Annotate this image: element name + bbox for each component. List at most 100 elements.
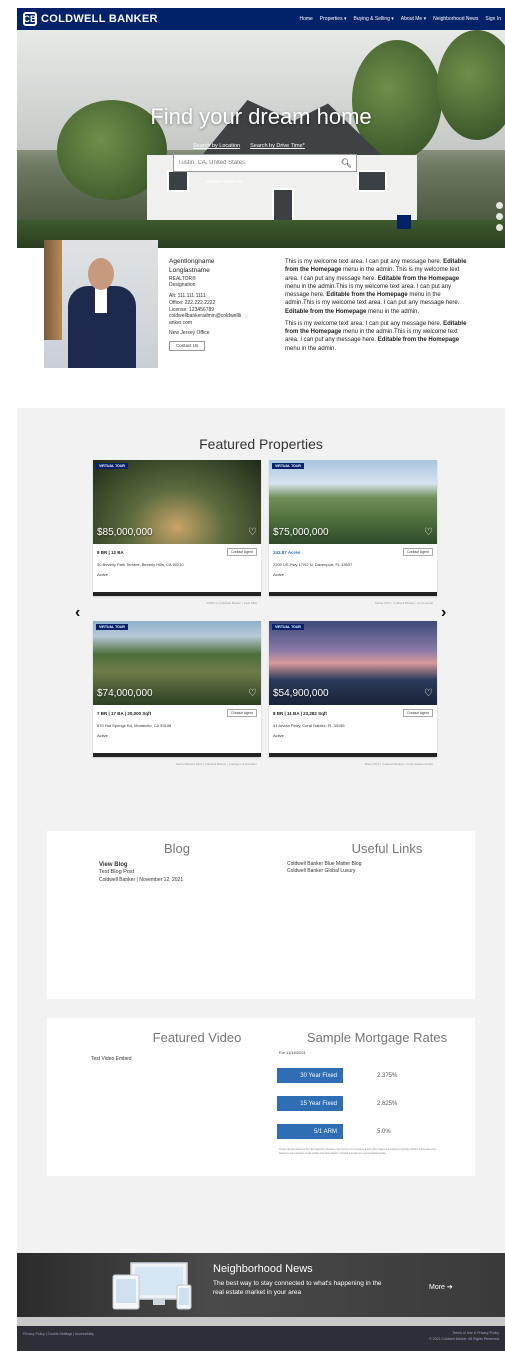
property-status: Active (273, 572, 284, 577)
useful-links-list: Coldwell Banker Blue Matter Blog Coldwel… (287, 861, 361, 875)
footer-terms-link[interactable]: Terms of Use & Privacy Policy (452, 1331, 499, 1335)
footer-left-links[interactable]: Privacy Policy | Cookie Settings | Acces… (23, 1332, 94, 1336)
property-card[interactable]: VIRTUAL TOUR $54,900,000 ♡ 8 BR | 11 BA … (269, 621, 437, 766)
agent-title: REALTOR® (169, 275, 196, 282)
page: CB COLDWELL BANKER Home Properties ▾ Buy… (17, 8, 505, 1351)
agent-email[interactable]: coldwellbankeradmin@coldwellb (169, 313, 279, 320)
house-door (272, 188, 294, 222)
agent-office-phone[interactable]: Office: 222.222.2222 (169, 300, 279, 307)
virtual-tour-badge: VIRTUAL TOUR (272, 624, 304, 630)
contact-agent-button[interactable]: Contact Agent (227, 709, 257, 717)
property-status: Active (97, 572, 108, 577)
agent-photo (44, 240, 158, 368)
rate-arm-button[interactable]: 5/1 ARM (277, 1124, 343, 1139)
tab-search-by-location[interactable]: Search by Location (193, 143, 240, 149)
carousel-dot[interactable] (496, 202, 503, 209)
agent-first-name: Agentlongname (169, 258, 215, 265)
property-address[interactable]: 30 Beverly Park Terrace, Beverly Hills, … (97, 562, 184, 567)
search-tabs: Search by Location Search by Drive Time* (193, 143, 305, 149)
carousel-dot[interactable] (496, 224, 503, 231)
nav-home[interactable]: Home (299, 16, 312, 22)
contact-agent-button[interactable]: Contact Agent (227, 548, 257, 556)
property-card[interactable]: VIRTUAL TOUR $75,000,000 ♡ 243.87 Acres … (269, 460, 437, 605)
card-bottom-bar (93, 753, 261, 757)
virtual-tour-badge: VIRTUAL TOUR (96, 463, 128, 469)
property-price: $85,000,000 (97, 527, 153, 538)
rate-value: 5.0% (377, 1128, 391, 1135)
listing-credit: Miami MLS | Coldwell Banker | Coral Gabl… (364, 762, 433, 766)
main-nav: Home Properties ▾ Buying & Selling ▾ Abo… (299, 8, 501, 30)
blog-links-panel: Blog View Blog Test Blog Post Coldwell B… (47, 831, 475, 999)
property-card[interactable]: VIRTUAL TOUR $74,000,000 ♡ 7 BR | 17 BA … (93, 621, 261, 766)
favorite-heart-icon[interactable]: ♡ (248, 688, 257, 699)
nav-properties[interactable]: Properties ▾ (320, 16, 347, 22)
rate-value: 2.375% (377, 1072, 398, 1079)
nav-about-me[interactable]: About Me ▾ (401, 16, 426, 22)
useful-link-item[interactable]: Coldwell Banker Global Luxury (287, 868, 361, 875)
blog-title: Blog (163, 841, 191, 856)
rate-value: 2.625% (377, 1100, 398, 1107)
blog-post-title[interactable]: Test Blog Post (99, 869, 183, 877)
search-input[interactable] (178, 160, 338, 166)
agent-info: Agentlongname Longlastname REALTOR® Desi… (169, 258, 279, 351)
card-bottom-bar (269, 592, 437, 596)
search-near-me-link[interactable]: SEARCH NEAR ME (206, 179, 242, 184)
agent-last-name: Longlastname (169, 266, 210, 274)
neighborhood-news-banner: Neighborhood News The best way to stay c… (17, 1253, 505, 1317)
useful-links-title: Useful Links (351, 841, 423, 856)
useful-link-item[interactable]: Coldwell Banker Blue Matter Blog (287, 861, 361, 868)
favorite-heart-icon[interactable]: ♡ (424, 527, 433, 538)
rate-row: 30 Year Fixed 2.375% (277, 1068, 397, 1083)
property-address[interactable]: 670 Hot Springs Rd, Montecito, CA 93108 (97, 723, 171, 728)
agent-email-cont[interactable]: anker.com (169, 320, 279, 327)
search-icon[interactable]: 🔍︎ (341, 158, 352, 169)
rates-disclaimer: These sample rates are for informational… (279, 1148, 436, 1155)
contact-us-button[interactable]: Contact Us (169, 340, 206, 351)
favorite-heart-icon[interactable]: ♡ (424, 688, 433, 699)
agent-alt-phone[interactable]: Alt: 111.111.1111 (169, 293, 279, 300)
rate-15-year-button[interactable]: 15 Year Fixed (277, 1096, 343, 1111)
featured-properties-title: Featured Properties (199, 436, 323, 452)
nav-neighborhood-news[interactable]: Neighborhood News (433, 16, 478, 22)
news-more-link[interactable]: More ➔ (429, 1283, 453, 1291)
agent-head (88, 258, 114, 290)
blog-content: View Blog Test Blog Post Coldwell Banker… (99, 861, 183, 884)
carousel-prev-arrow-icon[interactable]: ‹ (75, 604, 80, 622)
card-bottom-bar (269, 753, 437, 757)
contact-agent-button[interactable]: Contact Agent (403, 548, 433, 556)
footer-copyright: © 2021 Coldwell Banker. All Rights Reser… (429, 1337, 499, 1341)
view-blog-link[interactable]: View Blog (99, 862, 128, 868)
nav-buying-selling[interactable]: Buying & Selling ▾ (353, 16, 393, 22)
property-specs: 8 BR | 12 BA (97, 550, 124, 555)
property-card[interactable]: VIRTUAL TOUR $85,000,000 ♡ 8 BR | 12 BA … (93, 460, 261, 605)
welcome-text: This is my welcome text area. I can put … (285, 258, 470, 357)
property-specs: 7 BR | 17 BA | 20,000 Sqft (97, 711, 152, 716)
blog-post-meta: Coldwell Banker | November 12, 2021 (99, 877, 184, 884)
devices-illustration (112, 1262, 192, 1310)
agent-section: Agentlongname Longlastname REALTOR® Desi… (17, 240, 505, 408)
brand-name[interactable]: COLDWELL BANKER (41, 13, 158, 25)
rate-row: 15 Year Fixed 2.625% (277, 1096, 397, 1111)
listing-credit: CRMLS | Coldwell Banker | Jade Mills (206, 601, 257, 605)
property-address[interactable]: 41 Arvida Pkwy, Coral Gables, FL 33156 (273, 723, 345, 728)
featured-video-title: Featured Video (152, 1030, 242, 1045)
rates-date: For 11/16/2021 (279, 1050, 306, 1055)
favorite-heart-icon[interactable]: ♡ (248, 527, 257, 538)
contact-agent-button[interactable]: Contact Agent (403, 709, 433, 717)
property-address[interactable]: 2200 US Hwy 17/92 N, Davenport, FL 33837 (273, 562, 352, 567)
nav-sign-in[interactable]: Sign In (485, 16, 501, 22)
top-nav-bar: CB COLDWELL BANKER Home Properties ▾ Buy… (17, 8, 505, 30)
tab-search-by-drive-time[interactable]: Search by Drive Time* (250, 143, 305, 149)
neighborhood-news-text: The best way to stay connected to what's… (213, 1280, 382, 1296)
carousel-dot[interactable] (496, 213, 503, 220)
rate-30-year-button[interactable]: 30 Year Fixed (277, 1068, 343, 1083)
neighborhood-news-title: Neighborhood News (213, 1263, 313, 1275)
carousel-next-arrow-icon[interactable]: › (441, 604, 446, 622)
card-bottom-bar (93, 592, 261, 596)
footer: Privacy Policy | Cookie Settings | Acces… (17, 1326, 505, 1351)
welcome-paragraph: This is my welcome text area. I can put … (285, 259, 467, 315)
coldwell-banker-logo-icon[interactable]: CB (23, 12, 37, 26)
house-window (357, 170, 387, 192)
agent-license: License: 123456789 (169, 306, 215, 313)
video-embed-text: Test Video Embed (91, 1056, 132, 1062)
